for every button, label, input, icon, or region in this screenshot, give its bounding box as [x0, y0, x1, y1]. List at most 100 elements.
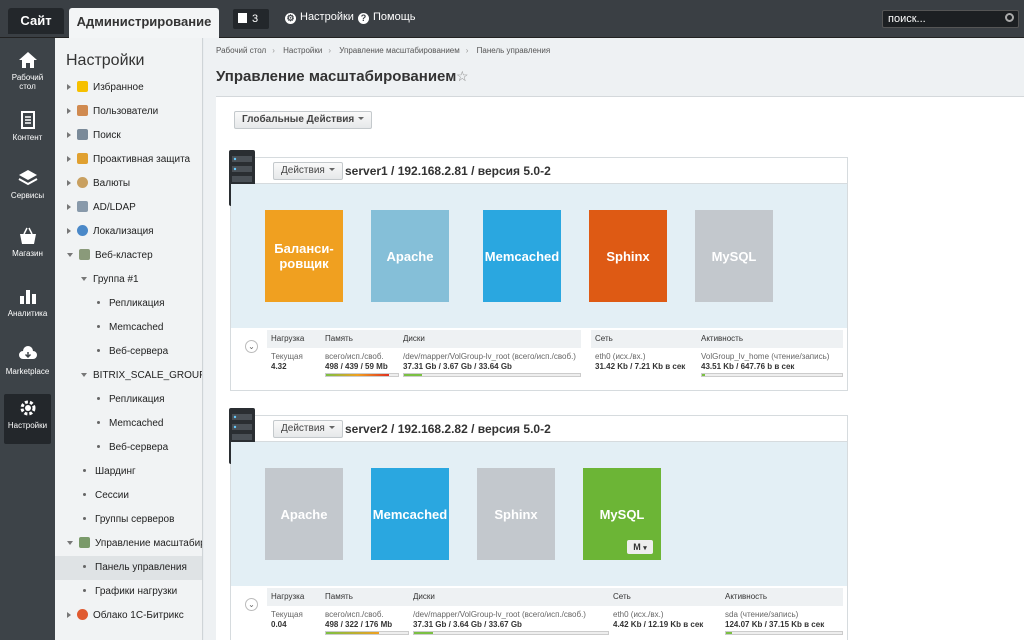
chevron-down-icon: ▾	[643, 545, 647, 552]
sidebar-item-label: Репликация	[109, 298, 165, 309]
expand-stats-icon[interactable]: ⌄	[245, 598, 258, 611]
breadcrumb-item[interactable]: Настройки	[283, 46, 322, 55]
role-label: Sphinx	[606, 248, 650, 264]
sidebar-item-localization[interactable]: Локализация	[67, 220, 202, 244]
role-tile-mysql[interactable]: MySQL	[695, 210, 773, 302]
role-label: Sphinx	[494, 506, 538, 522]
breadcrumb-separator: ›	[465, 46, 469, 55]
module-settings[interactable]: Настройки	[4, 394, 51, 444]
stat-network: Сеть eth0 (исх./вх.) 4.42 Kb / 12.19 Kb в …	[609, 588, 721, 629]
module-services[interactable]: Сервисы	[4, 164, 51, 214]
sidebar-item-label: Сессии	[95, 490, 129, 501]
expand-stats-icon[interactable]: ⌄	[245, 340, 258, 353]
sidebar-item-sessions[interactable]: Сессии	[83, 484, 202, 508]
disk-usage-bar	[403, 373, 581, 377]
sidebar-item-server-groups[interactable]: Группы серверов	[83, 508, 202, 532]
bullet	[83, 589, 86, 592]
search-icon[interactable]	[1005, 13, 1014, 22]
actions-button[interactable]: Действия	[273, 420, 343, 438]
module-shop[interactable]: Магазин	[4, 222, 51, 272]
help-link[interactable]: ? Помощь	[358, 11, 416, 24]
collapse-arrow-icon[interactable]	[81, 277, 87, 281]
stat-value: 37.31 Gb / 3.64 Gb / 33.67 Gb	[413, 620, 522, 629]
actions-button[interactable]: Действия	[273, 162, 343, 180]
expand-arrow-icon[interactable]	[67, 84, 71, 90]
sidebar-item-search[interactable]: Поиск	[67, 124, 202, 148]
settings-link[interactable]: ⚙ Настройки	[285, 11, 354, 24]
expand-arrow-icon[interactable]	[67, 228, 71, 234]
module-content[interactable]: Контент	[4, 106, 51, 156]
sidebar-item-ldap[interactable]: AD/LDAP	[67, 196, 202, 220]
sidebar-item-sharding[interactable]: Шардинг	[83, 460, 202, 484]
stat-header: Нагрузка	[267, 588, 321, 606]
role-label: MySQL	[711, 248, 757, 264]
role-tile-sphinx[interactable]: Sphinx	[477, 468, 555, 560]
role-tile-sphinx[interactable]: Sphinx	[589, 210, 667, 302]
sidebar-item-users[interactable]: Пользователи	[67, 100, 202, 124]
role-tile-memcached[interactable]: Memcached	[483, 210, 561, 302]
bar-fill	[414, 632, 434, 634]
module-analytics[interactable]: Аналитика	[4, 282, 51, 332]
server-stats: ⌄ Нагрузка Текущая 4.32 Память всего/исп./с…	[231, 330, 847, 390]
sidebar-item-web-cluster[interactable]: Веб-кластер	[67, 244, 202, 268]
module-desktop[interactable]: Рабочий стол	[4, 46, 51, 96]
sidebar-item-currencies[interactable]: Валюты	[67, 172, 202, 196]
stat-sub: /dev/mapper/VolGroup-lv_root (всего/исп.…	[413, 610, 586, 619]
role-tile-memcached[interactable]: Memcached	[371, 468, 449, 560]
notifications-count: 3	[252, 13, 259, 25]
role-tiles: Apache Memcached Sphinx MySQL M ▾	[231, 442, 847, 586]
sidebar-item-scaling[interactable]: Управление масштабирова	[67, 532, 202, 556]
server-title: server2 / 192.168.2.82 / версия 5.0-2	[345, 422, 551, 436]
bullet	[97, 301, 100, 304]
collapse-arrow-icon[interactable]	[67, 541, 73, 545]
sidebar-item-replication[interactable]: Репликация	[97, 388, 202, 412]
role-tile-balancer[interactable]: Баланси- ровщик	[265, 210, 343, 302]
sidebar-item-favorites[interactable]: Избранное	[67, 76, 202, 100]
search-input[interactable]: поиск...	[882, 10, 1019, 28]
cluster-icon	[79, 249, 90, 260]
expand-arrow-icon[interactable]	[67, 156, 71, 162]
sidebar-item-label: Управление масштабирова	[95, 538, 202, 549]
module-marketplace[interactable]: Marketplace	[4, 340, 51, 390]
sidebar-item-cloud[interactable]: Облако 1С-Битрикс	[67, 604, 202, 628]
sidebar-item-proactive[interactable]: Проактивная защита	[67, 148, 202, 172]
sidebar-item-group1[interactable]: Группа #1	[81, 268, 202, 292]
global-actions-button[interactable]: Глобальные Действия	[234, 111, 373, 129]
role-tile-mysql[interactable]: MySQL M ▾	[583, 468, 661, 560]
sidebar-item-web-servers[interactable]: Веб-сервера	[97, 436, 202, 460]
favorite-star-icon[interactable]: ☆	[456, 68, 469, 85]
sidebar-item-scale-group[interactable]: BITRIX_SCALE_GROUP	[81, 364, 202, 388]
sidebar-item-label: Веб-сервера	[109, 442, 169, 453]
stat-header: Диски	[409, 588, 609, 606]
expand-arrow-icon[interactable]	[67, 108, 71, 114]
expand-arrow-icon[interactable]	[67, 132, 71, 138]
server-stats: ⌄ Нагрузка Текущая 0.04 Память всего/исп./с…	[231, 588, 847, 640]
sidebar-item-replication[interactable]: Репликация	[97, 292, 202, 316]
sidebar-item-control-panel[interactable]: Панель управления	[55, 556, 202, 580]
role-tile-apache[interactable]: Apache	[371, 210, 449, 302]
sidebar-item-label: Панель управления	[95, 562, 187, 573]
expand-arrow-icon[interactable]	[67, 612, 71, 618]
tab-site[interactable]: Сайт	[8, 8, 64, 34]
sidebar-item-memcached[interactable]: Memcached	[97, 316, 202, 340]
collapse-arrow-icon[interactable]	[81, 373, 87, 377]
tab-administration[interactable]: Администрирование	[69, 8, 219, 38]
sidebar-item-memcached[interactable]: Memcached	[97, 412, 202, 436]
breadcrumb-item[interactable]: Рабочий стол	[216, 46, 266, 55]
bullet	[83, 565, 86, 568]
breadcrumb-item[interactable]: Панель управления	[477, 46, 551, 55]
stat-network: Сеть eth0 (исх./вх.) 31.42 Kb / 7.21 Kb в …	[591, 330, 697, 371]
sidebar-item-web-servers[interactable]: Веб-сервера	[97, 340, 202, 364]
star-icon	[77, 81, 88, 92]
collapse-arrow-icon[interactable]	[67, 253, 73, 257]
actions-label: Действия	[281, 165, 325, 176]
notifications-button[interactable]: 3	[233, 9, 269, 29]
master-dropdown[interactable]: M ▾	[627, 540, 653, 554]
expand-arrow-icon[interactable]	[67, 204, 71, 210]
stat-sub: sda (чтение/запись)	[725, 610, 799, 619]
expand-arrow-icon[interactable]	[67, 180, 71, 186]
bullet	[97, 349, 100, 352]
role-tile-apache[interactable]: Apache	[265, 468, 343, 560]
breadcrumb-item[interactable]: Управление масштабированием	[339, 46, 459, 55]
sidebar-item-load-graphs[interactable]: Графики нагрузки	[83, 580, 202, 604]
